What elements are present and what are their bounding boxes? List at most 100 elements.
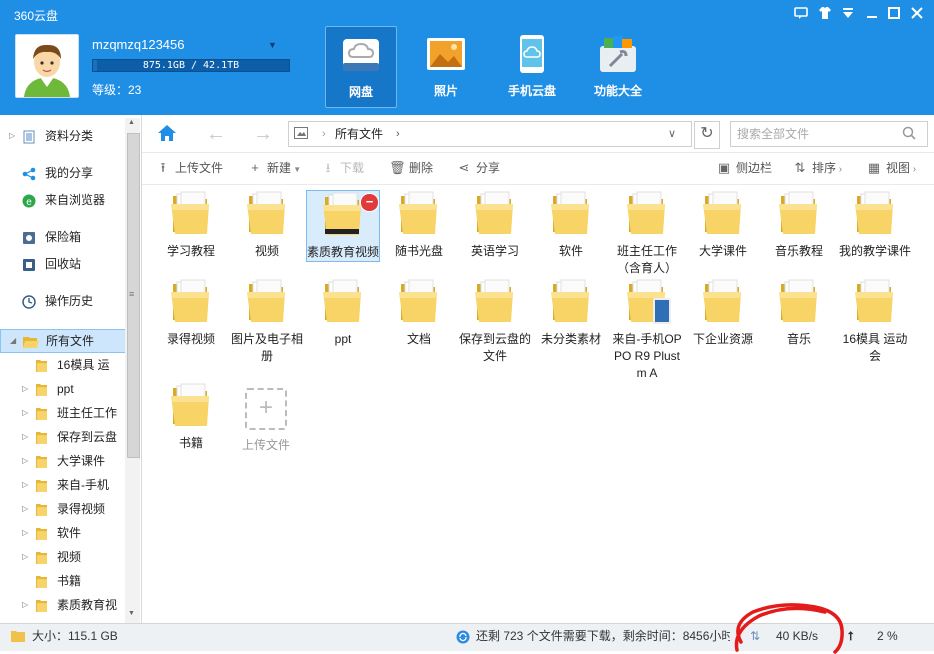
sidebar-item-label: 资料分类 [45,129,94,143]
delete-button[interactable]: 🗑 删除 [389,152,433,183]
sort-label: 排序 [812,161,837,175]
file-item[interactable]: 软件 [535,190,607,260]
file-item[interactable]: 英语学习 [459,190,531,260]
expand-arrow-icon[interactable]: ▷ [22,546,28,568]
expand-arrow-icon[interactable]: ▷ [22,474,28,496]
address-dropdown-icon[interactable]: ∨ [668,121,676,147]
sidebar-item[interactable]: 操作历史 [0,290,124,312]
sidebar-item[interactable]: ◢ 所有文件 [0,329,126,353]
upload-icon: ⭱ [160,160,166,175]
sidebar-folder-label: 大学课件 [57,454,106,468]
sidebar-item[interactable]: 保险箱 [0,226,124,248]
sidebar-folder-item[interactable]: ▷ 录得视频 [0,498,124,520]
expand-arrow-icon[interactable]: ▷ [22,594,28,616]
address-root-icon[interactable] [294,127,308,139]
sidebar-folder-item[interactable]: ▷ 班主任工作 [0,402,124,424]
skin-icon[interactable] [817,6,833,22]
username[interactable]: mzqmzq123456 [92,37,185,52]
sidebar-item[interactable]: e 来自浏览器 [0,189,124,211]
download-progress-text[interactable]: 还剩 723 个文件需要下载，剩余时间：8456小时 [476,623,730,650]
expand-arrow-icon[interactable]: ▷ [22,402,28,424]
tab-phone-cloud[interactable]: 手机云盘 [497,26,567,106]
new-button[interactable]: + 新建 ▼ [247,152,301,183]
user-dropdown-icon[interactable]: ▼ [268,40,277,50]
sidebar-folder-item[interactable]: ▷ 大学课件 [0,450,124,472]
folder-icon [307,278,379,328]
view-button[interactable]: ▦ 视图 › [866,152,916,183]
feedback-icon[interactable] [793,6,809,22]
file-item[interactable]: 图片及电子相册 [231,278,303,365]
expand-arrow-icon[interactable]: ▷ [22,378,28,400]
file-item[interactable]: 音乐教程 [763,190,835,260]
sidebar-item[interactable]: ▷ 资料分类 [0,125,124,147]
address-path[interactable]: 所有文件 [335,121,383,147]
home-icon[interactable] [155,122,179,146]
expand-arrow-icon[interactable]: ▷ [22,498,28,520]
expand-arrow-icon[interactable]: ▷ [22,522,28,544]
delete-badge-icon[interactable]: − [360,193,379,212]
sidebar-folder-label: ppt [57,382,74,396]
sidebar-folder-item[interactable]: ▷ ppt [0,378,124,400]
sidebar-item[interactable]: 回收站 [0,253,124,275]
tab-photos[interactable]: 照片 [411,26,481,106]
sidebar-toggle-button[interactable]: ▣ 侧边栏 [716,152,772,183]
sidebar-folder-item[interactable]: ▷ 素质教育视 [0,594,124,616]
sidebar-folder-item[interactable]: ▷ 保存到云盘 [0,426,124,448]
upload-button[interactable]: ⭱ 上传文件 [155,152,223,183]
folder-icon [687,190,759,240]
upload-tile[interactable]: + 上传文件 [230,382,302,454]
file-item[interactable]: 学习教程 [155,190,227,260]
avatar[interactable] [15,34,79,98]
file-item[interactable]: 视频 [231,190,303,260]
file-item[interactable]: 文档 [383,278,455,348]
sidebar-folder-item[interactable]: ▷ 视频 [0,546,124,568]
file-item[interactable]: 音乐 [763,278,835,348]
expand-arrow-icon[interactable]: ▷ [9,125,15,147]
sidebar-folder-item[interactable]: 16模具 运 [0,354,124,376]
file-item[interactable]: 保存到云盘的文件 [459,278,531,365]
file-item[interactable]: 来自-手机OPPO R9 Plustm A [611,278,683,382]
forward-arrow-icon[interactable]: → [251,122,275,146]
history-icon [22,294,36,309]
maximize-icon[interactable] [886,6,902,22]
search-icon[interactable] [902,126,916,140]
file-item[interactable]: 书籍 [155,382,227,452]
file-item[interactable]: ppt [307,278,379,348]
minimize-icon[interactable] [864,6,880,22]
share-button[interactable]: ⋖ 分享 [456,152,500,183]
menu-icon[interactable] [840,6,856,22]
expanded-arrow-icon[interactable]: ◢ [10,330,16,352]
sidebar-folder-item[interactable]: 书籍 [0,570,124,592]
close-icon[interactable] [909,6,925,22]
file-item[interactable]: − 素质教育视频 [306,190,380,262]
download-button[interactable]: ⭳ 下载 [320,152,364,183]
file-item[interactable]: 16模具 运动会 [839,278,911,365]
expand-arrow-icon[interactable]: ▷ [22,426,28,448]
tab-cloud-disk[interactable]: 网盘 [325,26,397,108]
file-item[interactable]: 大学课件 [687,190,759,260]
file-item[interactable]: 我的教学课件 [839,190,911,260]
new-label: 新建 [267,161,292,175]
refresh-button[interactable]: ↻ [694,121,720,149]
file-name: 学习教程 [166,244,215,258]
back-arrow-icon[interactable]: ← [204,122,228,146]
scroll-down-icon[interactable]: ▼ [128,610,135,617]
folder-icon [35,598,49,612]
sidebar-folder-item[interactable]: ▷ 来自-手机 [0,474,124,496]
sort-button[interactable]: ⇅ 排序 › [792,152,843,183]
tab-toolbox[interactable]: 功能大全 [583,26,653,106]
file-item[interactable]: 未分类素材 [535,278,607,348]
sidebar-item[interactable]: 我的分享 [0,162,124,184]
sidebar-toggle-label: 侧边栏 [736,161,773,175]
file-item[interactable]: 录得视频 [155,278,227,348]
expand-arrow-icon[interactable]: ▷ [22,450,28,472]
path-expand-icon[interactable]: › [396,121,400,147]
sidebar-resize-grip[interactable]: ≡ [129,289,134,299]
file-item[interactable]: 随书光盘 [383,190,455,260]
file-item[interactable]: 下企业资源 [687,278,759,348]
scroll-up-icon[interactable]: ▲ [128,119,135,126]
file-name: 音乐 [786,332,811,346]
file-item[interactable]: 班主任工作（含育人） [611,190,683,277]
sidebar-folder-item[interactable]: ▷ 软件 [0,522,124,544]
search-input[interactable]: 搜索全部文件 [737,121,809,147]
